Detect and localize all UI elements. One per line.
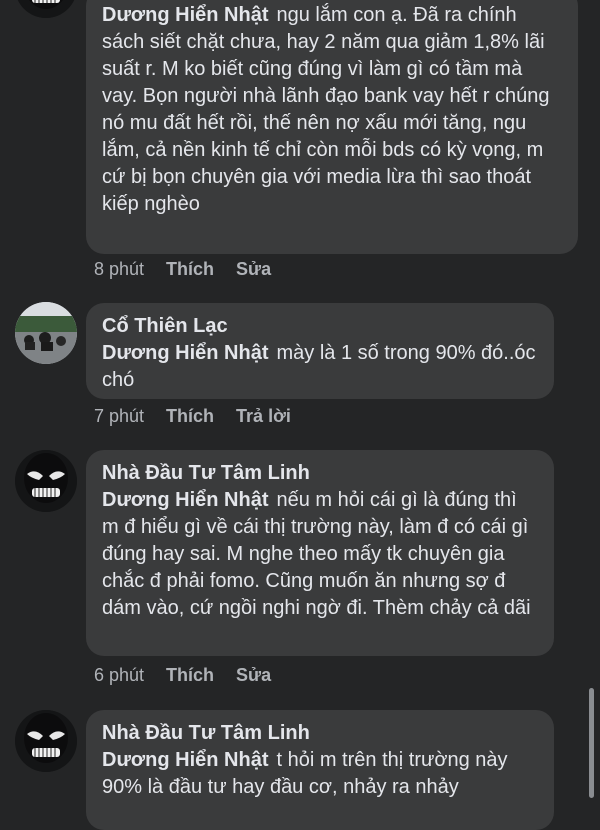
skull-mask-icon [15, 450, 77, 512]
mention-tag[interactable]: Dương Hiển Nhật [102, 489, 268, 511]
comment-bubble: Nhà Đầu Tư Tâm Linh Dương Hiển Nhật t hỏi… [86, 710, 554, 830]
avatar[interactable] [15, 450, 77, 512]
edit-button[interactable]: Sửa [236, 664, 271, 686]
skull-mask-icon [15, 0, 77, 18]
timestamp[interactable]: 8 phút [94, 258, 144, 280]
avatar[interactable] [15, 710, 77, 772]
comment-author[interactable]: Nhà Đầu Tư Tâm Linh [102, 720, 538, 747]
edit-button[interactable]: Sửa [236, 258, 271, 280]
scrollbar[interactable] [589, 688, 594, 798]
mention-tag[interactable]: Dương Hiển Nhật [102, 4, 268, 26]
reply-button[interactable]: Trả lời [236, 405, 291, 427]
timestamp[interactable]: 6 phút [94, 664, 144, 686]
comment-bubble: Dương Hiển Nhật ngu lắm con ạ. Đã ra chín… [86, 0, 578, 254]
comment-actions: 8 phút Thích Sửa [94, 258, 293, 280]
like-button[interactable]: Thích [166, 664, 214, 686]
comment-text: Dương Hiển Nhật nếu m hỏi cái gì là đúng … [102, 487, 538, 622]
comment-text: Dương Hiển Nhật mày là 1 số trong 90% đó.… [102, 340, 538, 394]
comment-actions: 6 phút Thích Sửa [94, 664, 293, 686]
like-button[interactable]: Thích [166, 258, 214, 280]
comment-author[interactable]: Cổ Thiên Lạc [102, 313, 538, 340]
comment-body: ngu lắm con ạ. Đã ra chính sách siết chặ… [102, 4, 550, 215]
comment-bubble: Nhà Đầu Tư Tâm Linh Dương Hiển Nhật nếu m… [86, 450, 554, 656]
comment-text: Dương Hiển Nhật ngu lắm con ạ. Đã ra chín… [102, 2, 562, 218]
mention-tag[interactable]: Dương Hiển Nhật [102, 342, 268, 364]
street-photo-icon [15, 302, 77, 364]
avatar[interactable] [15, 302, 77, 364]
comment-author[interactable]: Nhà Đầu Tư Tâm Linh [102, 460, 538, 487]
avatar[interactable] [15, 0, 77, 18]
like-button[interactable]: Thích [166, 405, 214, 427]
timestamp[interactable]: 7 phút [94, 405, 144, 427]
comment-actions: 7 phút Thích Trả lời [94, 405, 313, 427]
mention-tag[interactable]: Dương Hiển Nhật [102, 749, 268, 771]
comment-text: Dương Hiển Nhật t hỏi m trên thị trường n… [102, 747, 538, 801]
comment-bubble: Cổ Thiên Lạc Dương Hiển Nhật mày là 1 số … [86, 303, 554, 399]
skull-mask-icon [15, 710, 77, 772]
